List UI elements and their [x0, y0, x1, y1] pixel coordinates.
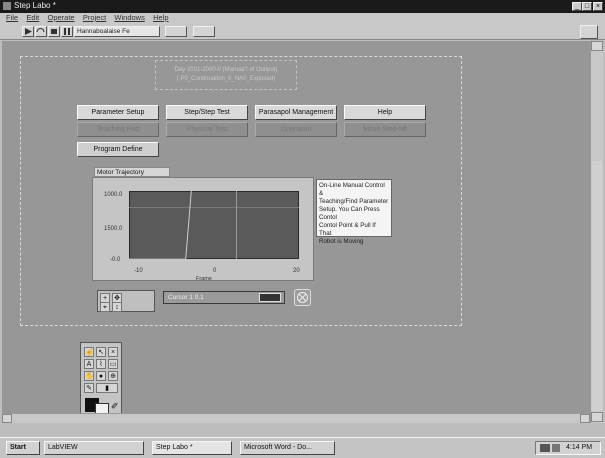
- move-step-button[interactable]: Move Step-Mt: [344, 122, 426, 137]
- title-bar: Step Labo * _ □ ×: [0, 0, 605, 13]
- tray-network-icon: [540, 444, 550, 452]
- brush-icon[interactable]: ✐: [111, 401, 119, 412]
- y-tick-label: 1500.0: [104, 226, 123, 232]
- series-trace: [129, 191, 192, 259]
- x-tick-label: -10: [134, 268, 143, 274]
- operation-button[interactable]: Operation: [255, 122, 337, 137]
- pause-icon[interactable]: [61, 26, 73, 37]
- program-define-button[interactable]: Program Define: [77, 142, 159, 157]
- horizontal-scrollbar[interactable]: [2, 413, 590, 423]
- label-tool-icon[interactable]: A: [84, 359, 94, 369]
- toolbar: Hannaboalaise Fe: [0, 24, 605, 40]
- menu-bar: File Edit Operate Project Windows Help: [0, 13, 605, 24]
- scroll-left-icon[interactable]: [2, 414, 12, 423]
- color-copy-tool-icon[interactable]: ✎: [84, 383, 94, 393]
- popup-tool-icon[interactable]: ▭: [108, 359, 118, 369]
- scroll-thumb[interactable]: [592, 161, 602, 411]
- start-button[interactable]: Start: [6, 441, 40, 455]
- menu-file[interactable]: File: [6, 13, 18, 22]
- menu-edit[interactable]: Edit: [26, 13, 39, 22]
- position-tool-icon[interactable]: ↖: [96, 347, 106, 357]
- parasapol-management-button[interactable]: Parasapol Management: [255, 105, 337, 120]
- run-arrow-icon[interactable]: [22, 26, 34, 37]
- cursor-slider[interactable]: [259, 293, 281, 302]
- x-axis-label: Frame: [196, 276, 212, 282]
- menu-project[interactable]: Project: [83, 13, 106, 22]
- physical-test-button[interactable]: Physical Test: [166, 122, 248, 137]
- help-button[interactable]: Help: [344, 105, 426, 120]
- status-message-line1: Day 2001-2000-0 (Manual? of Ouitput): [174, 67, 278, 73]
- autoscale-icon[interactable]: ↕: [112, 302, 122, 312]
- vertical-scrollbar[interactable]: [590, 41, 603, 423]
- parameter-setup-button[interactable]: Parameter Setup: [77, 105, 159, 120]
- status-message-line2: (.P0_Continuation_0_NA0_Exposed): [176, 76, 276, 82]
- tray-volume-icon: [552, 444, 560, 452]
- taskbar-item-word[interactable]: Microsoft Word - Do...: [240, 441, 335, 455]
- close-button[interactable]: ×: [593, 2, 603, 11]
- status-message-box: Day 2001-2000-0 (Manual? of Ouitput) (.P…: [155, 60, 297, 90]
- menu-help[interactable]: Help: [153, 13, 168, 22]
- y-tick-label: 1000.0: [104, 192, 123, 198]
- wire-tool-icon[interactable]: ⌇: [96, 359, 106, 369]
- instructions-text: On-Line Manual Control & Teaching/Find P…: [316, 179, 392, 245]
- graph-palette[interactable]: + ✥ ⌖ ↕: [97, 290, 155, 312]
- taskbar-item-labview[interactable]: LabVIEW: [44, 441, 144, 455]
- window-title: Step Labo *: [14, 1, 56, 10]
- minimize-button[interactable]: _: [572, 2, 582, 11]
- scroll-up-icon[interactable]: [591, 41, 603, 51]
- y-tick-label: -0.0: [110, 257, 121, 263]
- x-tick-label: 20: [293, 268, 300, 274]
- x-tick-label: 0: [213, 268, 217, 274]
- scroll-right-icon[interactable]: [580, 414, 590, 423]
- step-step-test-button[interactable]: Step/Step Test: [166, 105, 248, 120]
- font-select[interactable]: Hannaboalaise Fe: [74, 26, 160, 37]
- chart-title: Motor Trajectory: [94, 167, 170, 177]
- cursor-tool-icon[interactable]: ⌖: [100, 302, 110, 312]
- breakpoint-tool-icon[interactable]: ●: [96, 371, 106, 381]
- scroll-down-icon[interactable]: [591, 412, 603, 422]
- scroll-tool-icon[interactable]: ✋: [84, 371, 94, 381]
- taskbar-item-step-labo[interactable]: Step Labo *: [152, 441, 232, 455]
- run-continuous-icon[interactable]: [35, 26, 47, 37]
- operate-tool-icon[interactable]: ☝: [84, 347, 94, 357]
- close-palette-icon[interactable]: ×: [108, 347, 118, 357]
- app-icon: [3, 2, 11, 10]
- taskbar: Start LabVIEW Step Labo * Microsoft Word…: [0, 437, 605, 458]
- vi-icon[interactable]: [580, 25, 598, 39]
- maximize-button[interactable]: □: [582, 2, 592, 11]
- chart-series-line: [129, 191, 192, 259]
- distribute-objects-icon[interactable]: [193, 26, 215, 37]
- color-tool-icon[interactable]: ▮: [96, 383, 118, 393]
- lock-cursor-icon[interactable]: [294, 289, 311, 306]
- stop-icon[interactable]: [48, 26, 60, 37]
- teaching-pad-button[interactable]: Teaching Pad: [77, 122, 159, 137]
- menu-windows[interactable]: Windows: [114, 13, 144, 22]
- probe-tool-icon[interactable]: ⊕: [108, 371, 118, 381]
- tools-palette: ☝ ↖ × A ⌇ ▭ ✋ ● ⊕ ✎ ▮ ✐: [80, 342, 122, 417]
- menu-operate[interactable]: Operate: [48, 13, 75, 22]
- align-objects-icon[interactable]: [165, 26, 187, 37]
